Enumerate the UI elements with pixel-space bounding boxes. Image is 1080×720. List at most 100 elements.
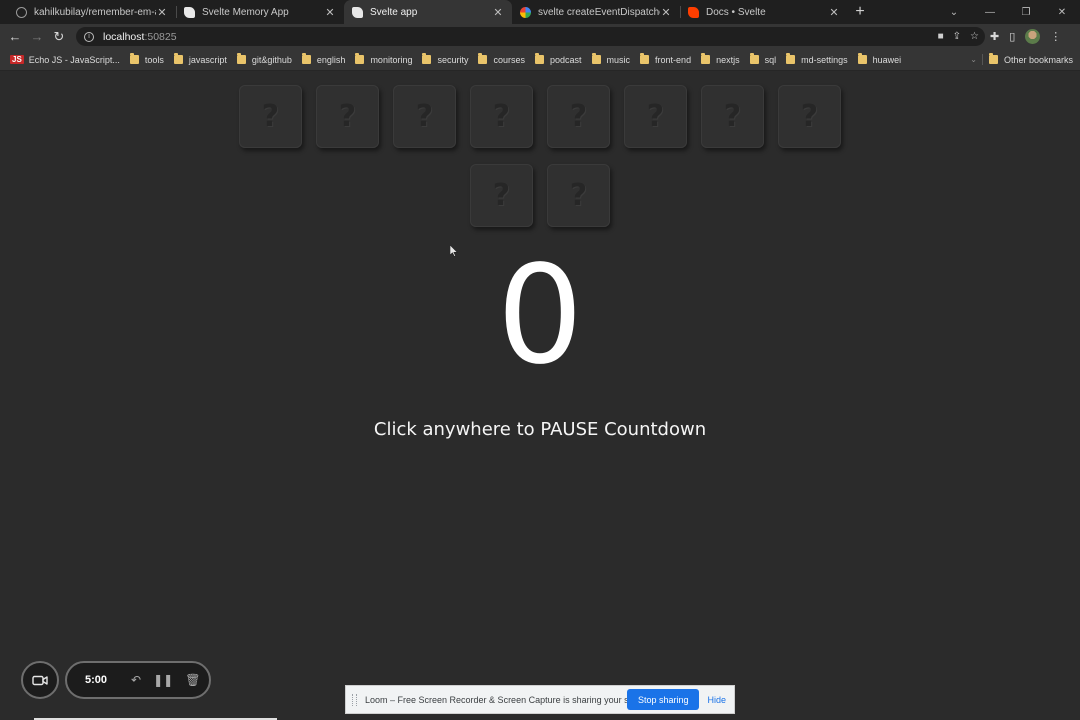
back-icon[interactable]: ← [4, 26, 26, 48]
bookmark-echo-js[interactable]: JS Echo JS - JavaScript... [10, 55, 120, 65]
chevron-down-icon[interactable]: ⌄ [970, 49, 977, 70]
trash-icon[interactable]: 🗑 [185, 673, 200, 687]
pause-icon[interactable]: ❚❚ [153, 673, 173, 687]
undo-icon[interactable]: ↶ [131, 673, 141, 687]
bookmark-label: front-end [655, 54, 692, 65]
bookmark-label: podcast [550, 54, 582, 65]
hide-button[interactable]: Hide [707, 695, 726, 705]
bookmark-folder[interactable]: git&github [236, 53, 292, 65]
minimize-icon[interactable]: — [972, 0, 1008, 24]
github-icon [16, 6, 27, 18]
close-icon[interactable]: ✕ [660, 6, 672, 19]
omnibox-actions: ■ ⇪ ☆ [938, 27, 979, 46]
bookmark-label: tools [144, 54, 164, 65]
tab-title: svelte createEventDispatcher - G [538, 6, 660, 18]
memory-card[interactable]: ? [393, 85, 456, 148]
address-bar[interactable]: i localhost:50825 ■ ⇪ ☆ [76, 27, 985, 46]
address-url: localhost:50825 [103, 30, 177, 43]
memory-card[interactable]: ? [701, 85, 764, 148]
side-panel-icon[interactable]: ▯ [1009, 30, 1015, 43]
reload-icon[interactable]: ↻ [48, 26, 70, 48]
memory-card[interactable]: ? [470, 85, 533, 148]
folder-icon [535, 53, 544, 64]
bookmark-folder[interactable]: monitoring [355, 53, 413, 65]
restore-icon[interactable]: ❐ [1008, 0, 1044, 24]
tab-title: Docs • Svelte [706, 6, 766, 18]
stop-sharing-button[interactable]: Stop sharing [626, 689, 700, 710]
close-icon[interactable]: ✕ [156, 6, 168, 19]
bookmark-folder[interactable]: nextjs [701, 53, 740, 65]
bookmarks-bar: JS Echo JS - JavaScript... tools javascr… [0, 49, 1080, 71]
folder-icon [591, 53, 601, 64]
bookmark-folder[interactable]: javascript [173, 53, 227, 65]
memory-game-page[interactable]: ? ? ? ? ? ? ? ? ? ? 0 Click anywhere to … [0, 71, 1080, 720]
folder-icon [786, 53, 796, 64]
close-window-icon[interactable]: ✕ [1044, 0, 1080, 24]
folder-icon [129, 53, 139, 64]
bookmark-folder[interactable]: podcast [535, 53, 582, 65]
loom-recording-controls: 5:00 ↶ ❚❚ 🗑 [65, 661, 211, 699]
tab-google-search[interactable]: svelte createEventDispatcher - G ✕ [512, 0, 680, 24]
memory-card[interactable]: ? [239, 85, 302, 148]
bookmark-label: courses [493, 54, 525, 65]
forward-icon[interactable]: → [26, 26, 48, 48]
tab-svelte-memory-app[interactable]: Svelte Memory App ✕ [176, 0, 344, 24]
bookmark-folder[interactable]: md-settings [786, 53, 848, 65]
profile-avatar[interactable] [1025, 29, 1041, 44]
bookmark-folder[interactable]: english [301, 53, 346, 65]
close-icon[interactable]: ✕ [324, 6, 336, 19]
folder-icon [701, 53, 711, 64]
tab-search-icon[interactable]: ⌄ [936, 0, 972, 24]
new-tab-button[interactable]: + [848, 0, 872, 24]
close-icon[interactable]: ✕ [492, 6, 504, 19]
folder-icon [988, 53, 998, 64]
bookmark-folder[interactable]: front-end [640, 53, 692, 65]
bookmark-label: javascript [188, 54, 227, 65]
memory-card[interactable]: ? [470, 164, 533, 227]
loom-timer: 5:00 [85, 674, 108, 686]
pause-hint: Click anywhere to PAUSE Countdown [373, 419, 707, 440]
drag-handle-icon[interactable] [352, 693, 357, 706]
memory-card[interactable]: ? [316, 85, 379, 148]
bookmark-label: Echo JS - JavaScript... [28, 54, 120, 65]
google-icon [520, 6, 531, 18]
bookmark-star-icon[interactable]: ☆ [970, 31, 979, 42]
info-icon[interactable]: i [84, 31, 94, 42]
tab-svelte-docs[interactable]: Docs • Svelte ✕ [680, 0, 848, 24]
tab-github[interactable]: kahilkubilay/remember-em-all: M ✕ [8, 0, 176, 24]
camera-icon[interactable]: ■ [938, 31, 944, 42]
bookmark-label: git&github [251, 54, 292, 65]
share-icon[interactable]: ⇪ [953, 31, 961, 42]
tab-strip: kahilkubilay/remember-em-all: M ✕ Svelte… [0, 0, 1080, 24]
bookmark-folder[interactable]: huawei [857, 53, 901, 65]
bookmark-folder[interactable]: sql [749, 53, 776, 65]
svelte-red-icon [688, 6, 699, 18]
folder-icon [640, 53, 650, 64]
folder-icon [857, 53, 867, 64]
memory-card[interactable]: ? [778, 85, 841, 148]
screen-share-bar: Loom – Free Screen Recorder & Screen Cap… [345, 685, 735, 714]
tab-svelte-app[interactable]: Svelte app ✕ [344, 0, 512, 24]
memory-card[interactable]: ? [624, 85, 687, 148]
memory-card[interactable]: ? [547, 85, 610, 148]
bookmark-label: english [316, 54, 346, 65]
bookmark-folder[interactable]: courses [478, 53, 525, 65]
bookmark-folder[interactable]: tools [129, 53, 164, 65]
window-controls: ⌄ — ❐ ✕ [936, 0, 1080, 24]
bookmark-folder[interactable]: security [422, 53, 468, 65]
close-icon[interactable]: ✕ [828, 6, 840, 19]
video-camera-icon [32, 675, 48, 685]
js-icon: JS [10, 55, 24, 64]
loom-camera-button[interactable] [21, 661, 59, 699]
tab-title: Svelte app [370, 6, 418, 18]
bookmark-folder[interactable]: music [591, 53, 631, 65]
extensions-icon[interactable]: ✚ [990, 30, 999, 43]
memory-card[interactable]: ? [547, 164, 610, 227]
bookmark-label: Other bookmarks [1003, 54, 1073, 65]
folder-icon [355, 53, 365, 64]
bookmark-label: monitoring [370, 54, 413, 65]
other-bookmarks[interactable]: Other bookmarks [988, 49, 1073, 70]
bookmark-label: music [606, 54, 631, 65]
menu-icon[interactable]: ⋮ [1050, 30, 1061, 43]
folder-icon [478, 53, 488, 64]
